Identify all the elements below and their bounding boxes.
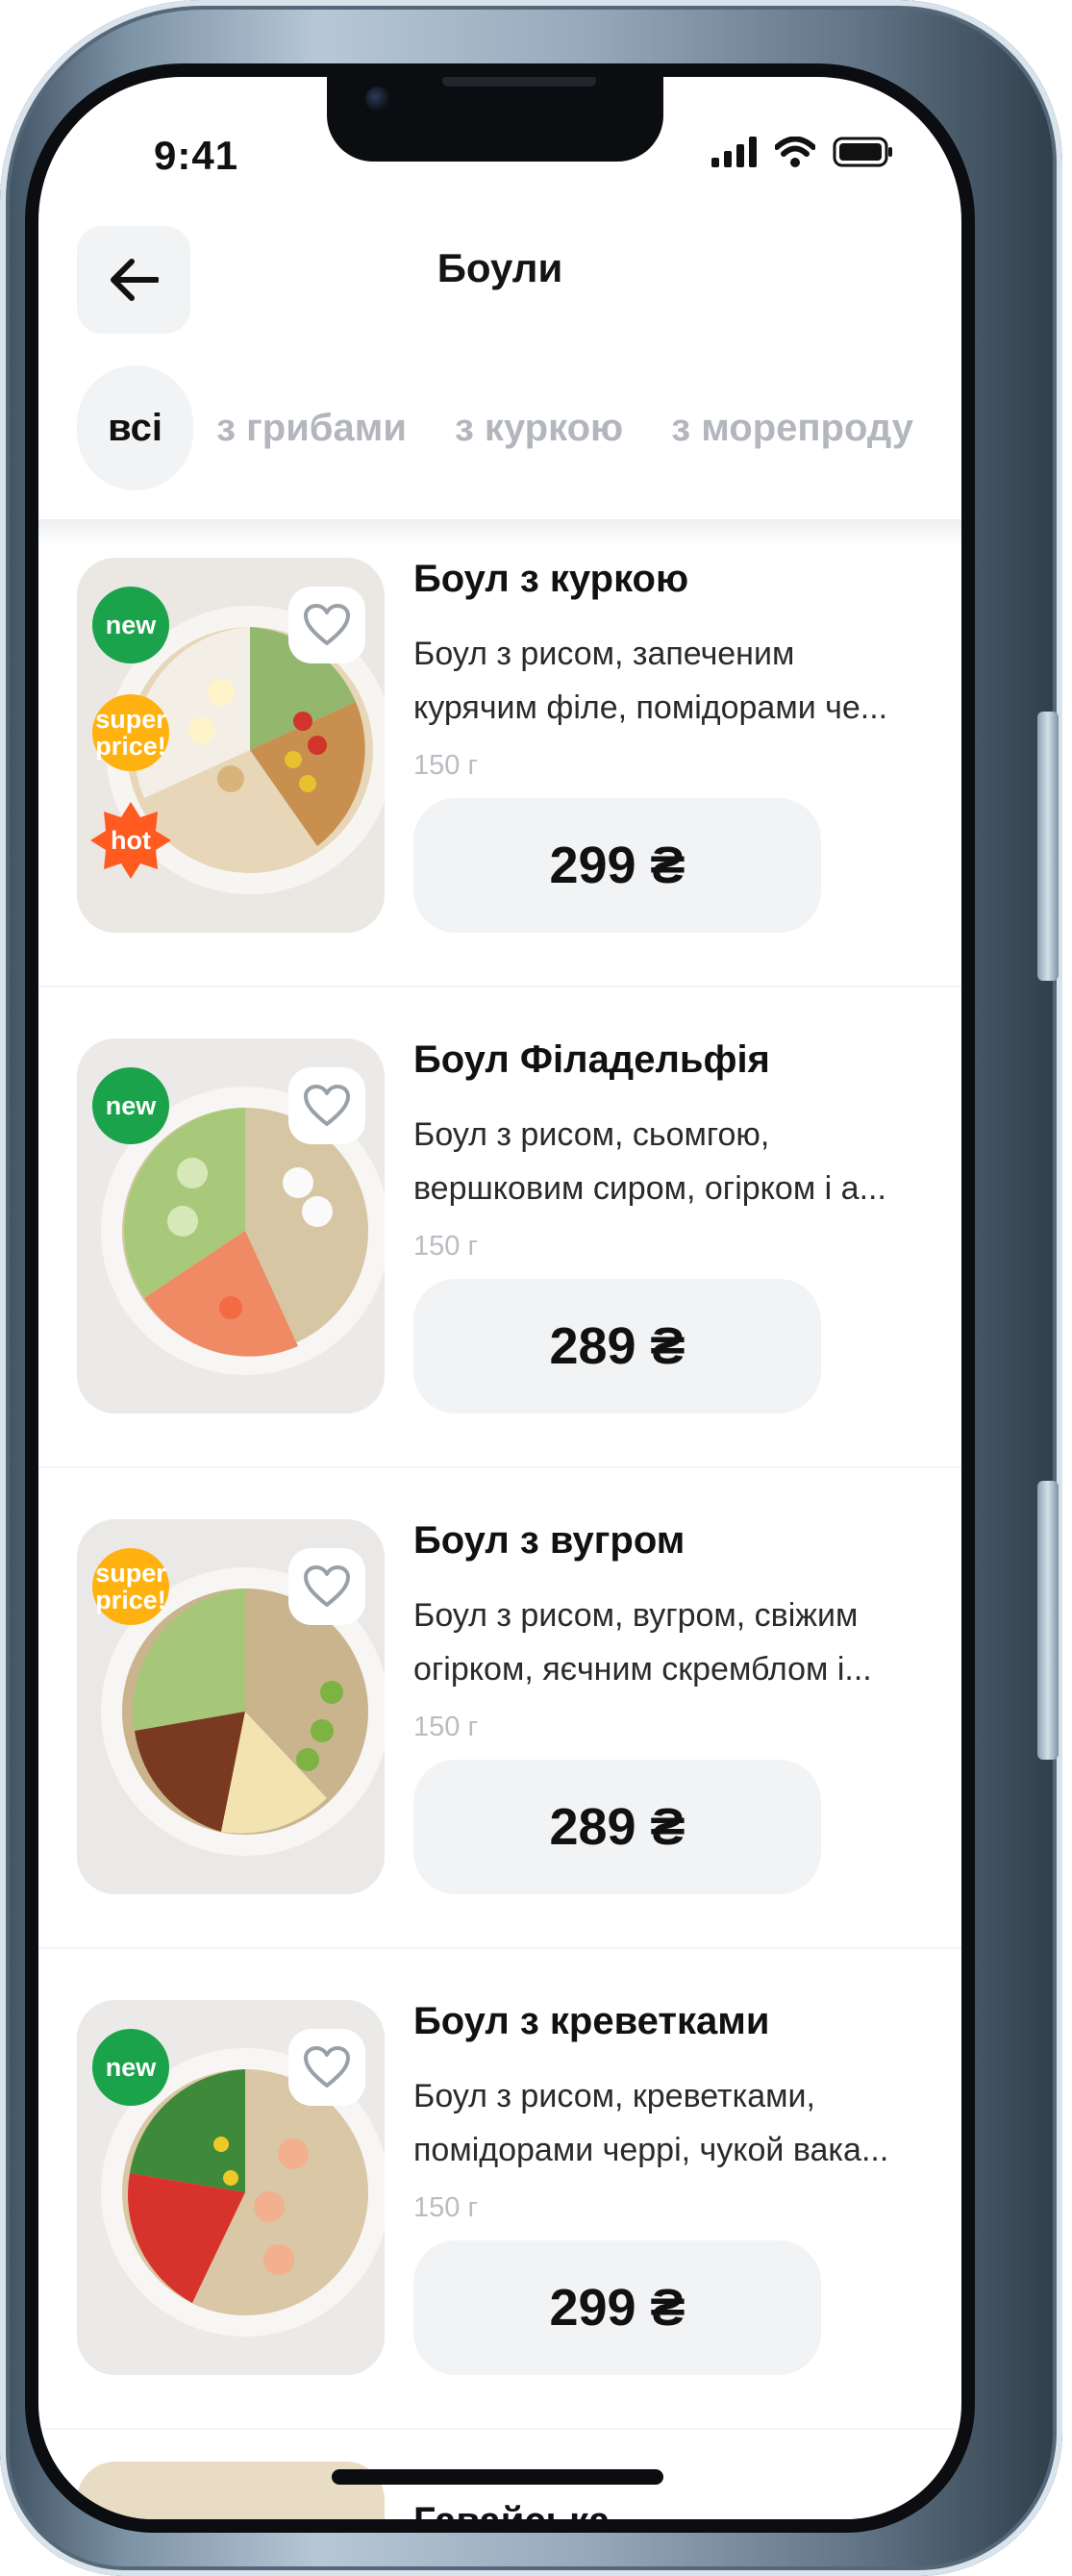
status-time: 9:41 <box>154 133 239 178</box>
phone-frame: 9:41 Боули всі з грибами з куркою з море… <box>0 0 1062 2576</box>
badge-new: new <box>90 2027 171 2108</box>
product-description: Боул з рисом, креветками, помідорами чер… <box>413 2078 889 2168</box>
badge-new: new <box>90 1065 171 1146</box>
power-button <box>1037 712 1059 981</box>
product-name: Боул з куркою <box>413 558 689 600</box>
badge-super-price: super price! <box>90 1546 171 1627</box>
product-weight: 150 г <box>413 1231 479 1262</box>
product-weight: 150 г <box>413 750 479 781</box>
divider <box>38 2428 961 2430</box>
price-button[interactable]: 299 ₴ <box>413 798 821 933</box>
notch <box>327 77 663 162</box>
badge-super-price: super price! <box>90 692 171 773</box>
product-card[interactable]: super price! Боул з вугром Боул з рисом, … <box>77 1519 961 1904</box>
heart-icon <box>304 1565 350 1607</box>
tab-all[interactable]: всі <box>77 365 194 490</box>
home-indicator[interactable] <box>332 2469 663 2485</box>
next-product-name: Гавайська <box>413 2500 610 2519</box>
product-name: Боул Філадельфія <box>413 1038 770 1081</box>
divider <box>38 986 961 988</box>
favorite-button[interactable] <box>288 1067 365 1144</box>
price-button[interactable]: 289 ₴ <box>413 1279 821 1413</box>
front-camera <box>365 87 390 112</box>
heart-icon <box>304 1085 350 1126</box>
category-tabs: всі з грибами з куркою з морепроду <box>77 365 961 490</box>
divider <box>38 1947 961 1949</box>
speaker <box>442 77 596 87</box>
badge-hot: hot <box>90 800 171 881</box>
status-icons <box>711 137 894 167</box>
signal-icon <box>711 137 757 167</box>
favorite-button[interactable] <box>288 587 365 663</box>
screen: 9:41 Боули всі з грибами з куркою з море… <box>38 77 961 2519</box>
heart-icon <box>304 604 350 645</box>
tab-mushrooms[interactable]: з грибами <box>216 407 407 450</box>
wifi-icon <box>775 137 815 167</box>
badge-new: new <box>90 585 171 665</box>
product-description: Боул з рисом, вугром, свіжим огірком, яє… <box>413 1597 872 1688</box>
price-button[interactable]: 299 ₴ <box>413 2240 821 2375</box>
tabs-divider <box>38 519 961 546</box>
favorite-button[interactable] <box>288 2029 365 2106</box>
heart-icon <box>304 2046 350 2088</box>
battery-icon <box>833 137 892 167</box>
product-name: Боул з креветками <box>413 2000 770 2042</box>
divider <box>38 1466 961 1468</box>
product-card[interactable]: new Боул Філадельфія Боул з рисом, сьомг… <box>77 1038 961 1423</box>
tab-chicken[interactable]: з куркою <box>455 407 623 450</box>
product-card[interactable]: new super price! hot Боул з куркою Боул з… <box>77 558 961 942</box>
product-weight: 150 г <box>413 1712 479 1742</box>
page-title: Боули <box>436 245 563 290</box>
price-button[interactable]: 289 ₴ <box>413 1760 821 1894</box>
side-button <box>1037 1481 1059 1760</box>
tab-seafood[interactable]: з морепроду <box>671 407 913 450</box>
product-card[interactable]: new Боул з креветками Боул з рисом, крев… <box>77 2000 961 2385</box>
favorite-button[interactable] <box>288 1548 365 1625</box>
product-name: Боул з вугром <box>413 1519 686 1562</box>
product-description: Боул з рисом, запеченим курячим філе, по… <box>413 636 888 726</box>
product-description: Боул з рисом, сьомгою, вершковим сиром, … <box>413 1116 886 1207</box>
product-weight: 150 г <box>413 2192 479 2223</box>
